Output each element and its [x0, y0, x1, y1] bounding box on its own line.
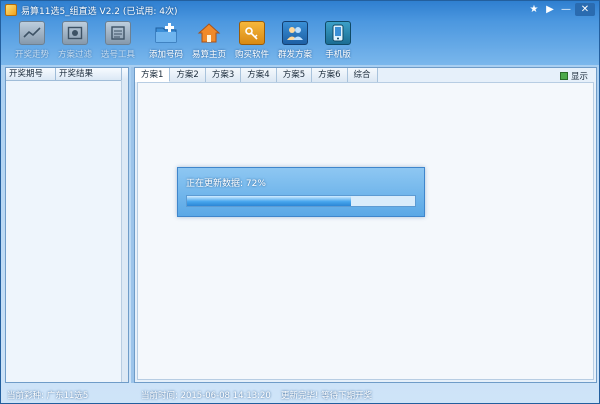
progress-message: 正在更新数据: 72% — [186, 179, 266, 189]
toolbar-button-mobile[interactable]: 手机版 — [315, 21, 361, 63]
tab-plan-4[interactable]: 方案4 — [241, 68, 277, 82]
favorite-icon[interactable]: ★ — [527, 3, 541, 16]
show-icon — [559, 72, 568, 80]
toolbar-label: 开奖走势 — [14, 50, 49, 60]
toolbar-button-add-numbers[interactable]: 添加号码 — [143, 21, 189, 63]
toolbar-button-tools[interactable]: 选号工具 — [95, 21, 141, 63]
toolbar: 开奖走势 方案过滤 选号工具 添加号码 易算主页 购买软件 群发方案 手机版 — [1, 19, 599, 65]
users-icon — [282, 21, 308, 45]
show-button[interactable]: 显示 — [559, 70, 588, 82]
toolbar-label: 购买软件 — [234, 50, 269, 60]
toolbar-button-trend[interactable]: 开奖走势 — [9, 21, 55, 63]
minimize-button[interactable]: — — [559, 3, 573, 16]
tab-summary[interactable]: 综合 — [347, 68, 378, 82]
progress-bar-fill — [187, 196, 352, 206]
window-title: 易算11选5_组直选 V2.2 (已试用: 4次) — [21, 7, 178, 17]
show-label: 显示 — [570, 72, 588, 82]
status-update-state: 更新完毕! 等待下期开奖 — [281, 391, 373, 401]
tab-plan-6[interactable]: 方案6 — [312, 68, 348, 82]
status-lottery-type: 当前彩种: 广东11选5 — [7, 391, 89, 401]
draw-results-panel: 开奖期号 开奖结果 — [5, 67, 129, 383]
home-icon — [196, 21, 222, 45]
window-controls: ★ ▶ — ✕ — [527, 3, 595, 16]
toolbar-label: 添加号码 — [148, 50, 183, 60]
tab-plan-5[interactable]: 方案5 — [276, 68, 313, 82]
plan-panel: 方案1 方案2 方案3 方案4 方案5 方案6 综合 显示 — [134, 67, 597, 383]
status-current-time: 当前时间: 2015-06-08 14:13:20 — [141, 391, 271, 401]
tab-plan-1[interactable]: 方案1 — [135, 68, 171, 82]
plan-content-area — [137, 82, 594, 380]
plan-tabs: 方案1 方案2 方案3 方案4 方案5 方案6 综合 — [135, 68, 378, 82]
key-icon — [239, 21, 265, 45]
toolbar-button-buy[interactable]: 购买软件 — [229, 21, 275, 63]
filter-icon — [62, 21, 88, 45]
toolbar-label: 方案过滤 — [57, 50, 92, 60]
play-icon[interactable]: ▶ — [543, 3, 557, 16]
title-bar[interactable]: 易算11选5_组直选 V2.2 (已试用: 4次) ★ ▶ — ✕ — [1, 1, 599, 19]
toolbar-label: 易算主页 — [191, 50, 226, 60]
progress-dialog: 正在更新数据: 72% — [177, 167, 425, 217]
tools-icon — [105, 21, 131, 45]
tab-plan-2[interactable]: 方案2 — [170, 68, 206, 82]
status-bar: 当前彩种: 广东11选5 当前时间: 2015-06-08 14:13:20 更… — [1, 387, 599, 403]
column-header-result[interactable]: 开奖结果 — [56, 68, 122, 80]
column-header-issue[interactable]: 开奖期号 — [6, 68, 56, 80]
app-window: 易算11选5_组直选 V2.2 (已试用: 4次) ★ ▶ — ✕ 开奖走势 方… — [0, 0, 600, 404]
draw-results-header: 开奖期号 开奖结果 — [6, 68, 128, 81]
toolbar-button-group-send[interactable]: 群发方案 — [272, 21, 318, 63]
close-button[interactable]: ✕ — [575, 3, 595, 16]
trend-chart-icon — [19, 21, 45, 45]
tab-plan-3[interactable]: 方案3 — [205, 68, 242, 82]
mobile-icon — [325, 21, 351, 45]
toolbar-button-homepage[interactable]: 易算主页 — [186, 21, 232, 63]
scrollbar[interactable] — [121, 80, 128, 382]
progress-bar — [186, 195, 416, 207]
add-folder-icon — [153, 21, 179, 45]
toolbar-label: 手机版 — [325, 50, 351, 60]
toolbar-button-filter[interactable]: 方案过滤 — [52, 21, 98, 63]
app-logo-icon — [5, 4, 17, 16]
toolbar-label: 选号工具 — [100, 50, 135, 60]
toolbar-label: 群发方案 — [277, 50, 312, 60]
